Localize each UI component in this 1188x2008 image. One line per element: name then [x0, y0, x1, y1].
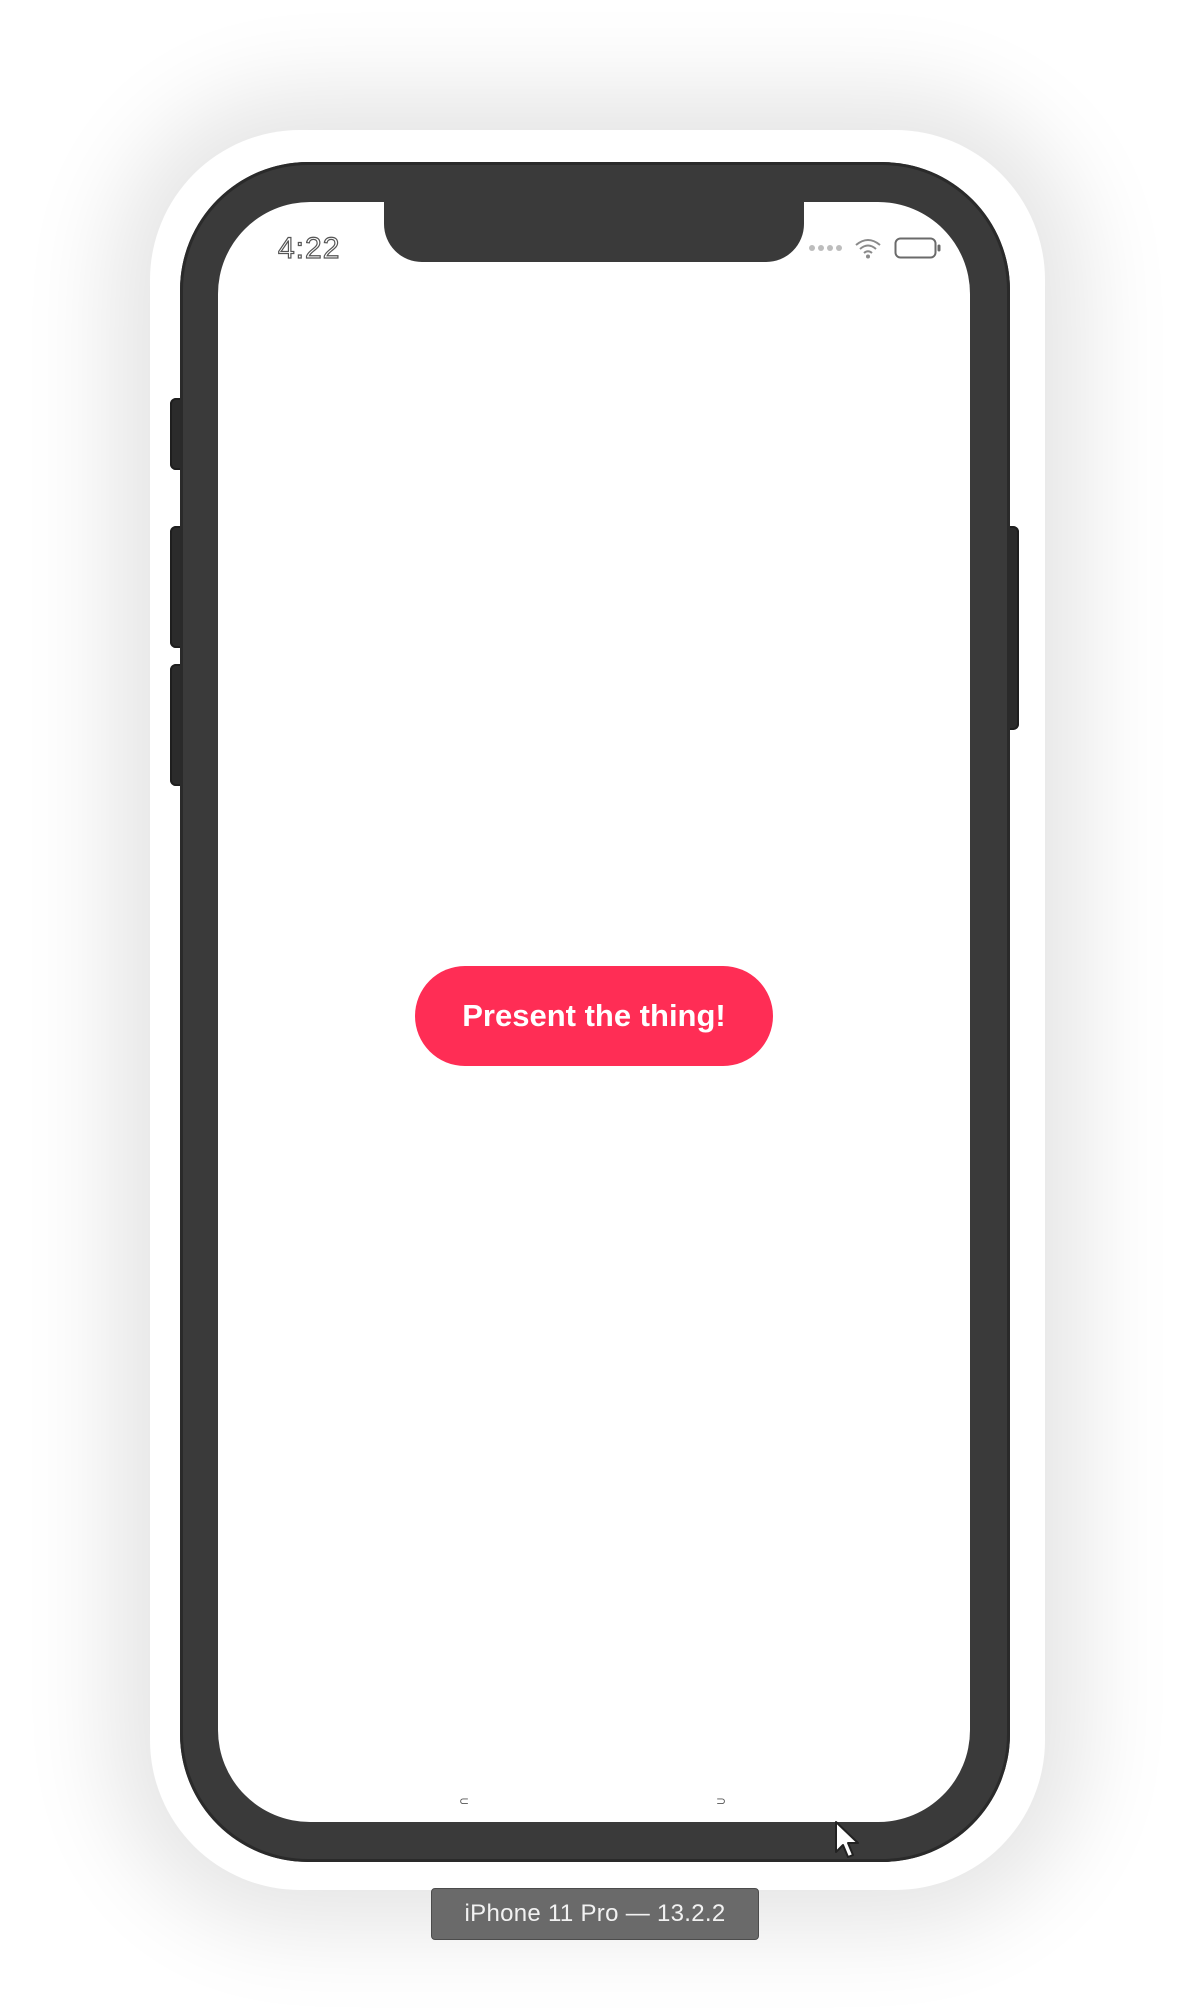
notch: [384, 202, 804, 262]
device-frame: 4:22 Present the thing! ⊂ ⊃: [180, 162, 1010, 1862]
device-screen: 4:22 Present the thing! ⊂ ⊃: [218, 202, 970, 1822]
simulator-device-label: iPhone 11 Pro — 13.2.2: [431, 1888, 759, 1940]
simulator-window: 4:22 Present the thing! ⊂ ⊃ iPhone 11 Pr…: [0, 0, 1188, 2008]
mouse-pointer-icon: [835, 1821, 859, 1858]
cellular-signal-icon: [809, 245, 842, 251]
status-icons: [809, 236, 942, 260]
home-indicator-right-cap: ⊃: [716, 1794, 727, 1808]
home-indicator: ⊂ ⊃: [218, 1794, 970, 1808]
home-indicator-left-cap: ⊂: [459, 1794, 470, 1808]
status-time: 4:22: [277, 231, 341, 265]
present-the-thing-button[interactable]: Present the thing!: [415, 966, 773, 1066]
battery-icon: [894, 237, 941, 259]
wifi-icon: [855, 239, 881, 259]
